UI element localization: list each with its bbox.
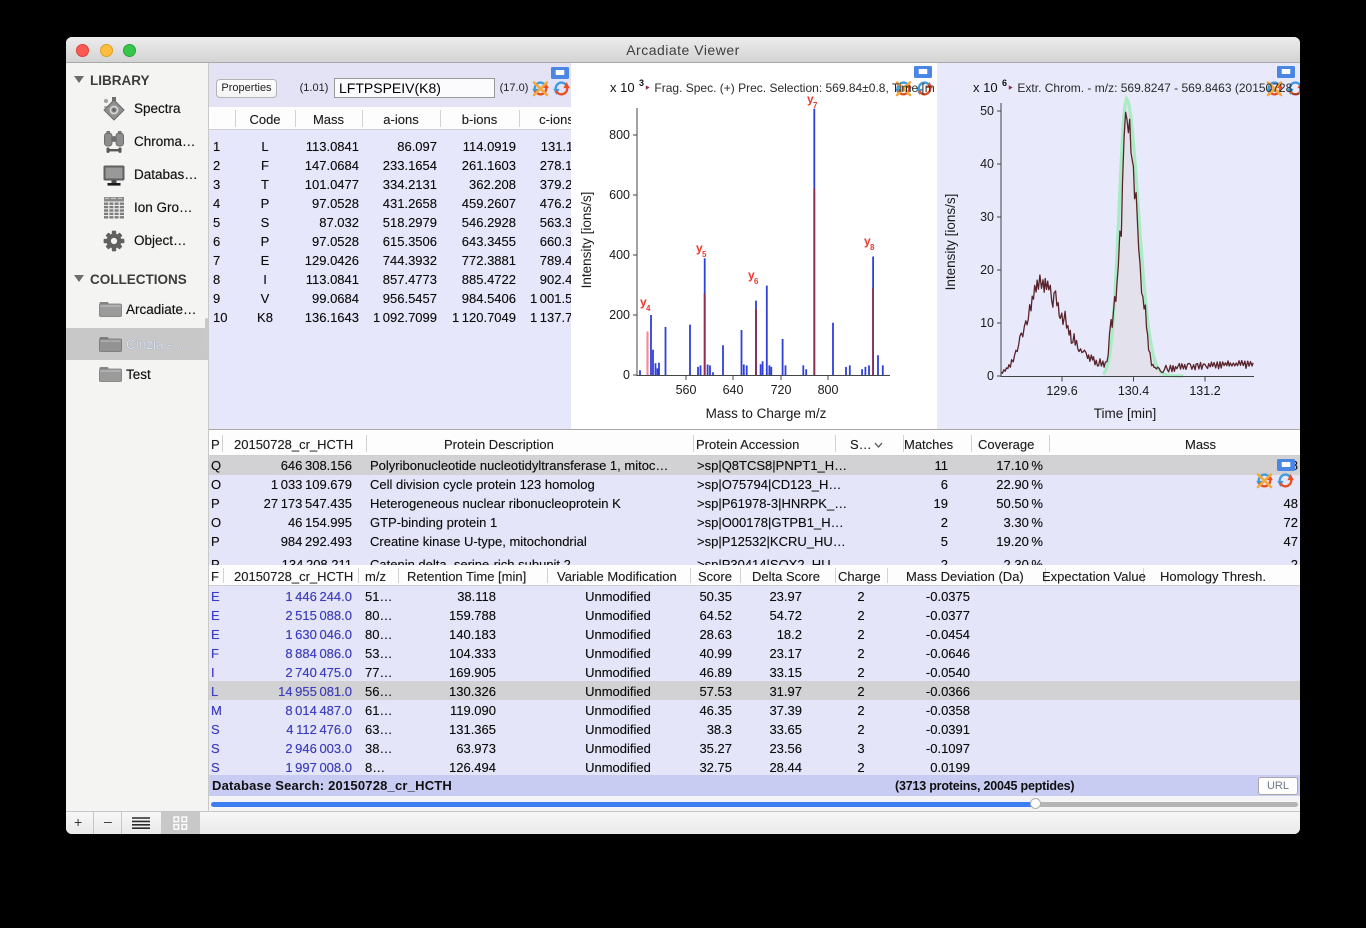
svg-text:131.2: 131.2 — [1189, 384, 1220, 398]
svg-text:640: 640 — [723, 383, 744, 397]
svg-text:0: 0 — [987, 369, 994, 383]
svg-text:6: 6 — [754, 277, 759, 286]
svg-text:4: 4 — [646, 304, 651, 313]
svg-text:130.4: 130.4 — [1118, 384, 1149, 398]
svg-text:Mass to Charge m/z: Mass to Charge m/z — [706, 406, 827, 421]
svg-text:7: 7 — [813, 101, 818, 110]
svg-text:10: 10 — [980, 316, 994, 330]
svg-text:Intensity [ions/s]: Intensity [ions/s] — [579, 192, 594, 289]
svg-text:Time [min]: Time [min] — [1094, 406, 1157, 421]
svg-text:5: 5 — [702, 250, 707, 259]
svg-text:129.6: 129.6 — [1046, 384, 1077, 398]
svg-text:560: 560 — [676, 383, 697, 397]
svg-text:20: 20 — [980, 263, 994, 277]
svg-text:50: 50 — [980, 104, 994, 118]
svg-text:30: 30 — [980, 210, 994, 224]
svg-text:40: 40 — [980, 157, 994, 171]
svg-text:800: 800 — [818, 383, 839, 397]
svg-text:200: 200 — [609, 308, 630, 322]
svg-text:400: 400 — [609, 248, 630, 262]
svg-text:0: 0 — [623, 368, 630, 382]
svg-text:x 10: x 10 — [973, 80, 998, 95]
svg-text:x 10: x 10 — [610, 80, 635, 95]
svg-text:600: 600 — [609, 188, 630, 202]
svg-text:8: 8 — [870, 243, 875, 252]
svg-text:Intensity [ions/s]: Intensity [ions/s] — [943, 194, 958, 291]
svg-text:720: 720 — [771, 383, 792, 397]
svg-text:800: 800 — [609, 128, 630, 142]
